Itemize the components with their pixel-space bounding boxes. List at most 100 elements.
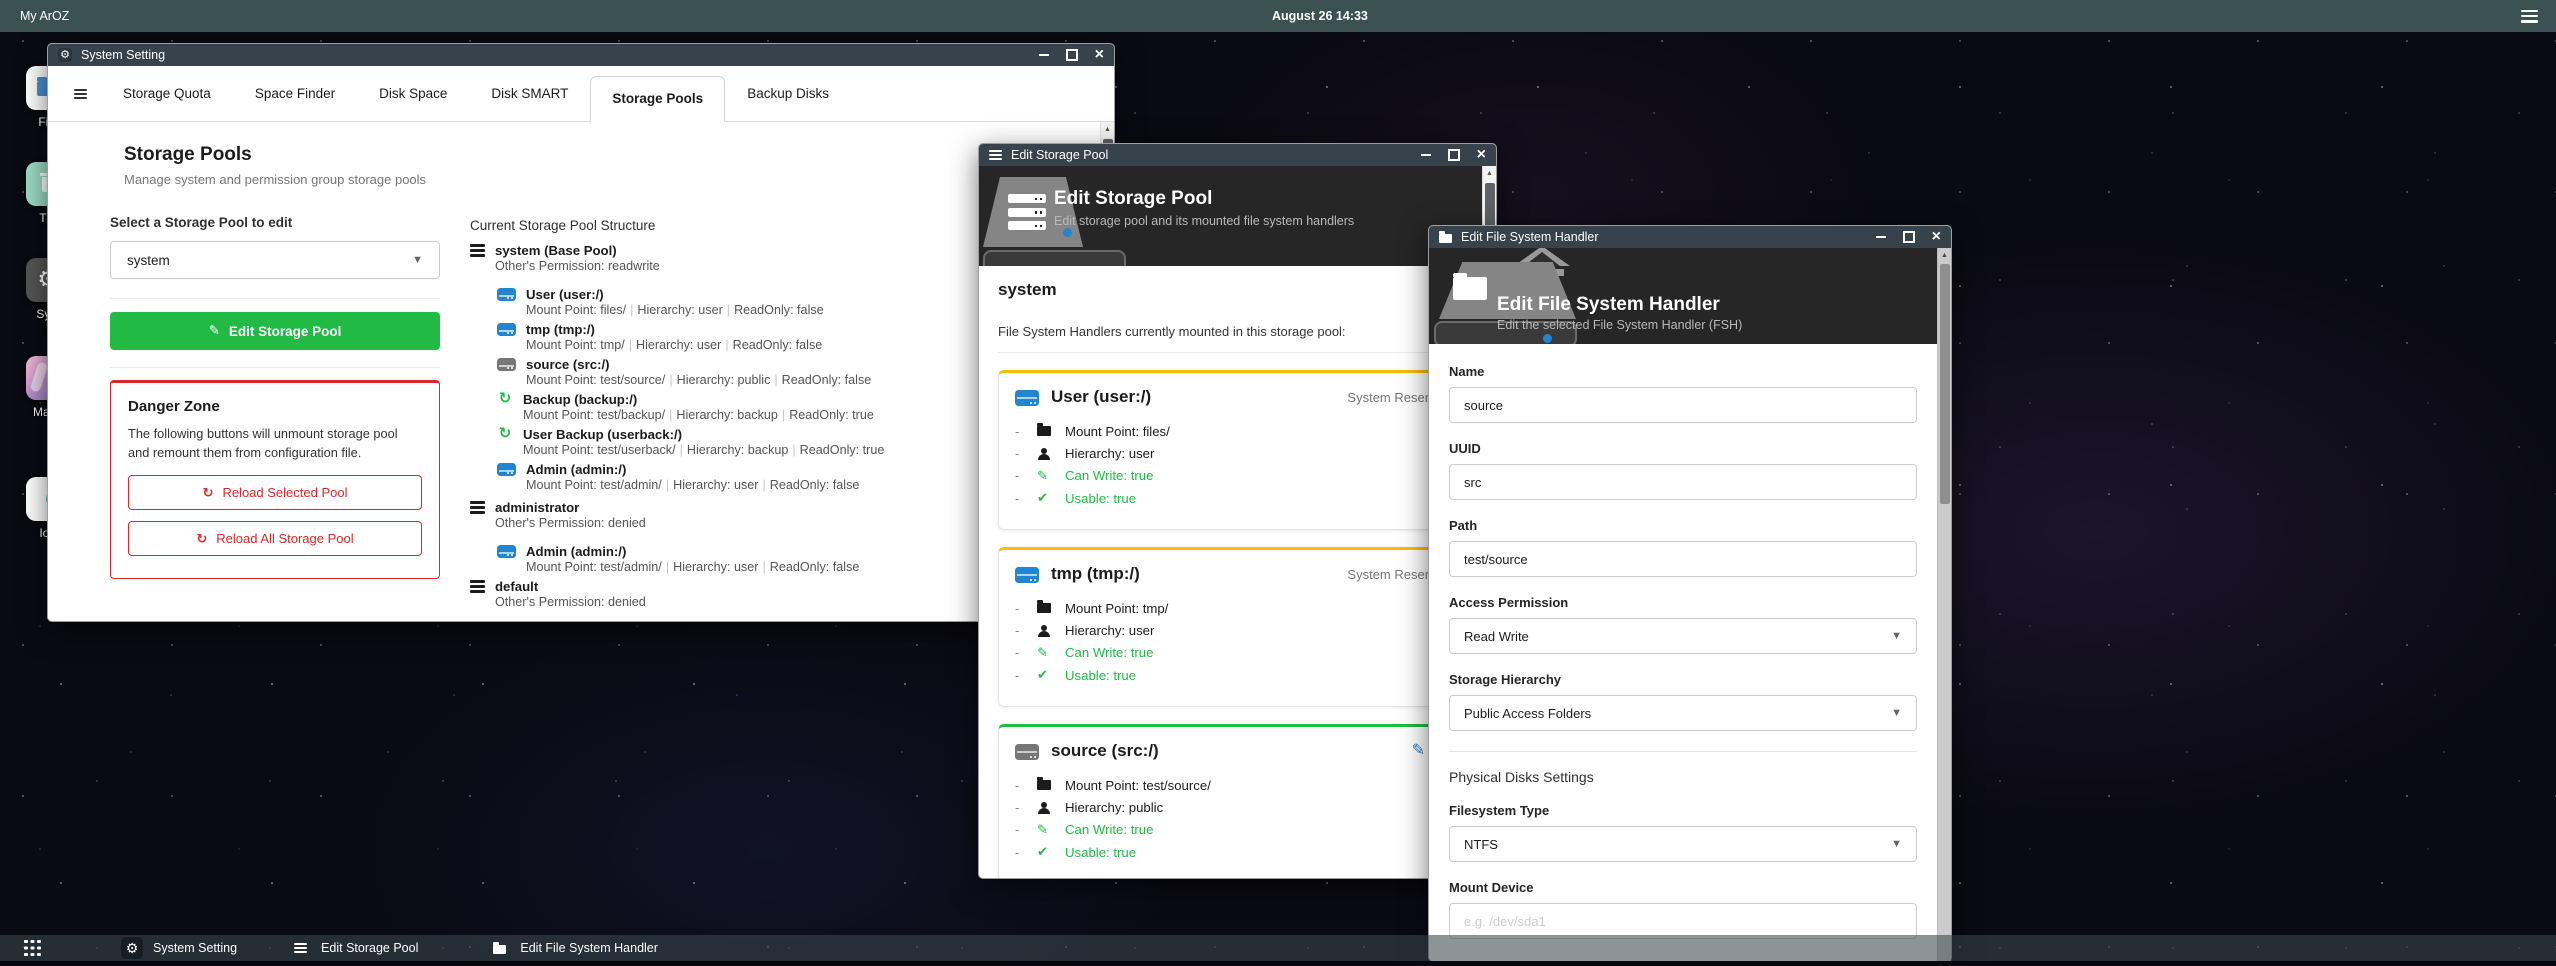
- folder-icon: [1453, 277, 1487, 300]
- dash: -: [1015, 845, 1037, 860]
- scroll-up-icon[interactable]: ▲: [1101, 122, 1114, 136]
- edit-icon[interactable]: [1412, 740, 1425, 760]
- scrollbar[interactable]: ▲: [1937, 248, 1951, 961]
- fsh-property: - Hierarchy: user: [1015, 442, 1450, 464]
- edit-storage-pool-button[interactable]: Edit Storage Pool: [110, 312, 440, 350]
- separator: |: [662, 478, 673, 492]
- minimize-button[interactable]: [1876, 236, 1886, 238]
- edit-storage-pool-titlebar[interactable]: Edit Storage Pool ×: [979, 144, 1496, 166]
- menu-icon[interactable]: [74, 89, 87, 99]
- edit-storage-pool-content: system File System Handlers currently mo…: [979, 266, 1483, 878]
- tab-storage-quota[interactable]: Storage Quota: [101, 86, 233, 121]
- refresh-icon: [196, 531, 207, 547]
- mount-device-field[interactable]: e.g. /dev/sda1: [1449, 903, 1917, 939]
- dash: -: [1015, 446, 1037, 461]
- fsh-card: tmp (tmp:/)System Reserved-Mount Point: …: [998, 547, 1467, 707]
- fsh-property: -Hierarchy: public: [1015, 796, 1450, 818]
- separator: |: [662, 560, 673, 574]
- danger-zone: Danger Zone The following buttons will u…: [110, 380, 440, 579]
- filesystem-type-select[interactable]: NTFS▼: [1449, 826, 1917, 862]
- divider: [1449, 751, 1917, 752]
- folder-icon: [1037, 780, 1051, 790]
- close-icon[interactable]: ×: [1932, 229, 1941, 245]
- window-title: Edit Storage Pool: [1011, 148, 1108, 162]
- app-grid-icon[interactable]: [24, 940, 41, 957]
- fsh-property-text: Can Write: true: [1065, 645, 1153, 660]
- path-field[interactable]: test/source: [1449, 541, 1917, 577]
- dash: -: [1015, 601, 1037, 616]
- tree-item-name: administrator: [495, 500, 646, 515]
- edit-storage-pool-header: Edit Storage Pool Edit storage pool and …: [979, 166, 1496, 266]
- fsh-property: -Can Write: true: [1015, 465, 1450, 487]
- tab-disk-smart[interactable]: Disk SMART: [469, 86, 590, 121]
- window-edit-storage-pool: Edit Storage Pool × Edit Storage Pool Ed…: [978, 143, 1497, 879]
- tab-space-finder[interactable]: Space Finder: [233, 86, 357, 121]
- fsh-property-text: Can Write: true: [1065, 468, 1153, 483]
- maximize-button[interactable]: [1066, 49, 1078, 61]
- chevron-down-icon: ▼: [1891, 707, 1902, 719]
- tree-item-name: default: [495, 579, 646, 594]
- minimize-button[interactable]: [1421, 154, 1431, 156]
- separator: |: [625, 338, 636, 352]
- taskbar-item-edit-storage-pool[interactable]: Edit Storage Pool: [289, 937, 418, 959]
- chevron-down-icon: ▼: [1891, 630, 1902, 642]
- taskbar-item-edit-file-system-handler[interactable]: Edit File System Handler: [488, 937, 658, 959]
- maximize-button[interactable]: [1448, 149, 1460, 161]
- uuid-field[interactable]: src: [1449, 464, 1917, 500]
- name-field[interactable]: source: [1449, 387, 1917, 423]
- fsh-property-text: Hierarchy: public: [1065, 800, 1163, 815]
- fsh-property: -Can Write: true: [1015, 642, 1450, 664]
- tree-item-name: tmp (tmp:/): [526, 322, 822, 337]
- taskbar-item-system-setting[interactable]: System Setting: [121, 937, 237, 959]
- tree-item-details: Other's Permission: denied: [495, 595, 646, 609]
- field-label: Filesystem Type: [1449, 803, 1937, 818]
- fsh-property-text: Can Write: true: [1065, 822, 1153, 837]
- fsh-property: -Usable: true: [1015, 841, 1450, 863]
- separator: |: [723, 303, 734, 317]
- dash: -: [1015, 424, 1037, 439]
- header-subtitle: Edit storage pool and its mounted file s…: [1054, 214, 1354, 228]
- storage-pool-select[interactable]: system ▼: [110, 241, 440, 279]
- settings-tab-bar: Storage QuotaSpace FinderDisk SpaceDisk …: [48, 66, 1114, 122]
- edit-fsh-header: Edit File System Handler Edit the select…: [1429, 248, 1951, 344]
- fsh-property: -Mount Point: test/source/: [1015, 774, 1450, 796]
- tree-item-name: source (src:/): [526, 357, 871, 372]
- tab-backup-disks[interactable]: Backup Disks: [725, 86, 851, 121]
- field-label: Path: [1449, 518, 1937, 533]
- header-subtitle: Edit the selected File System Handler (F…: [1497, 318, 1742, 332]
- fsh-card-name: source (src:/): [1051, 741, 1159, 761]
- tree-item-name: Admin (admin:/): [526, 544, 859, 559]
- edit-fsh-titlebar[interactable]: Edit File System Handler ×: [1429, 226, 1951, 248]
- scroll-up-icon[interactable]: ▲: [1938, 248, 1951, 262]
- reload-all-pool-button[interactable]: Reload All Storage Pool: [128, 521, 422, 556]
- storage-hierarchy-select[interactable]: Public Access Folders ▼: [1449, 695, 1917, 731]
- top-system-bar: My ArOZ August 26 14:33: [0, 0, 2556, 32]
- tree-item-name: User (user:/): [526, 287, 824, 302]
- tree-item-details: Mount Point: test/userback/|Hierarchy: b…: [523, 443, 884, 457]
- reload-selected-pool-button[interactable]: Reload Selected Pool: [128, 475, 422, 510]
- folder-icon: [1037, 426, 1051, 436]
- fsh-property-text: Hierarchy: user: [1065, 446, 1154, 461]
- fsh-property-text: Usable: true: [1065, 491, 1136, 506]
- tab-disk-space[interactable]: Disk Space: [357, 86, 469, 121]
- danger-zone-title: Danger Zone: [128, 398, 422, 415]
- danger-zone-text: The following buttons will unmount stora…: [128, 425, 422, 462]
- access-permission-select[interactable]: Read Write ▼: [1449, 618, 1917, 654]
- pool-name: system: [998, 280, 1467, 300]
- edit-icon: [1037, 645, 1048, 661]
- close-icon[interactable]: ×: [1095, 47, 1104, 63]
- storage-pools-panel: Storage Pools Manage system and permissi…: [48, 122, 1114, 621]
- tab-storage-pools[interactable]: Storage Pools: [590, 76, 725, 122]
- hamburger-icon[interactable]: [2521, 10, 2538, 23]
- scroll-up-icon[interactable]: ▲: [1483, 166, 1496, 180]
- disk-blue-icon: [1015, 390, 1039, 406]
- system-setting-titlebar[interactable]: System Setting ×: [48, 44, 1114, 66]
- separator: |: [758, 478, 769, 492]
- maximize-button[interactable]: [1903, 231, 1915, 243]
- minimize-button[interactable]: [1039, 54, 1049, 56]
- taskbar-item-label: Edit Storage Pool: [321, 941, 418, 955]
- close-icon[interactable]: ×: [1477, 147, 1486, 163]
- selected-value: Read Write: [1464, 629, 1529, 644]
- field-value: source: [1464, 398, 1503, 413]
- selected-value: Public Access Folders: [1464, 706, 1591, 721]
